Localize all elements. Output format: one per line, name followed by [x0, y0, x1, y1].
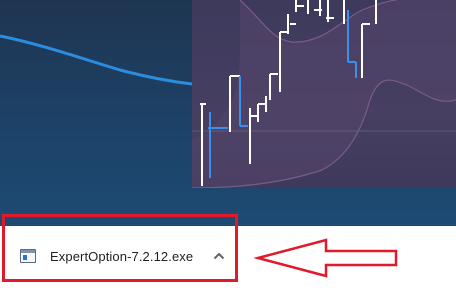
- trading-chart-panel: [192, 0, 456, 188]
- download-item[interactable]: ExpertOption-7.2.12.exe: [8, 234, 232, 278]
- download-file-name[interactable]: ExpertOption-7.2.12.exe: [50, 249, 200, 264]
- executable-file-icon: [20, 249, 36, 263]
- chevron-up-icon[interactable]: [208, 245, 230, 267]
- annotation-arrow-icon: [254, 238, 398, 278]
- candlestick-chart: [192, 0, 456, 188]
- shelf-divider: [235, 235, 236, 275]
